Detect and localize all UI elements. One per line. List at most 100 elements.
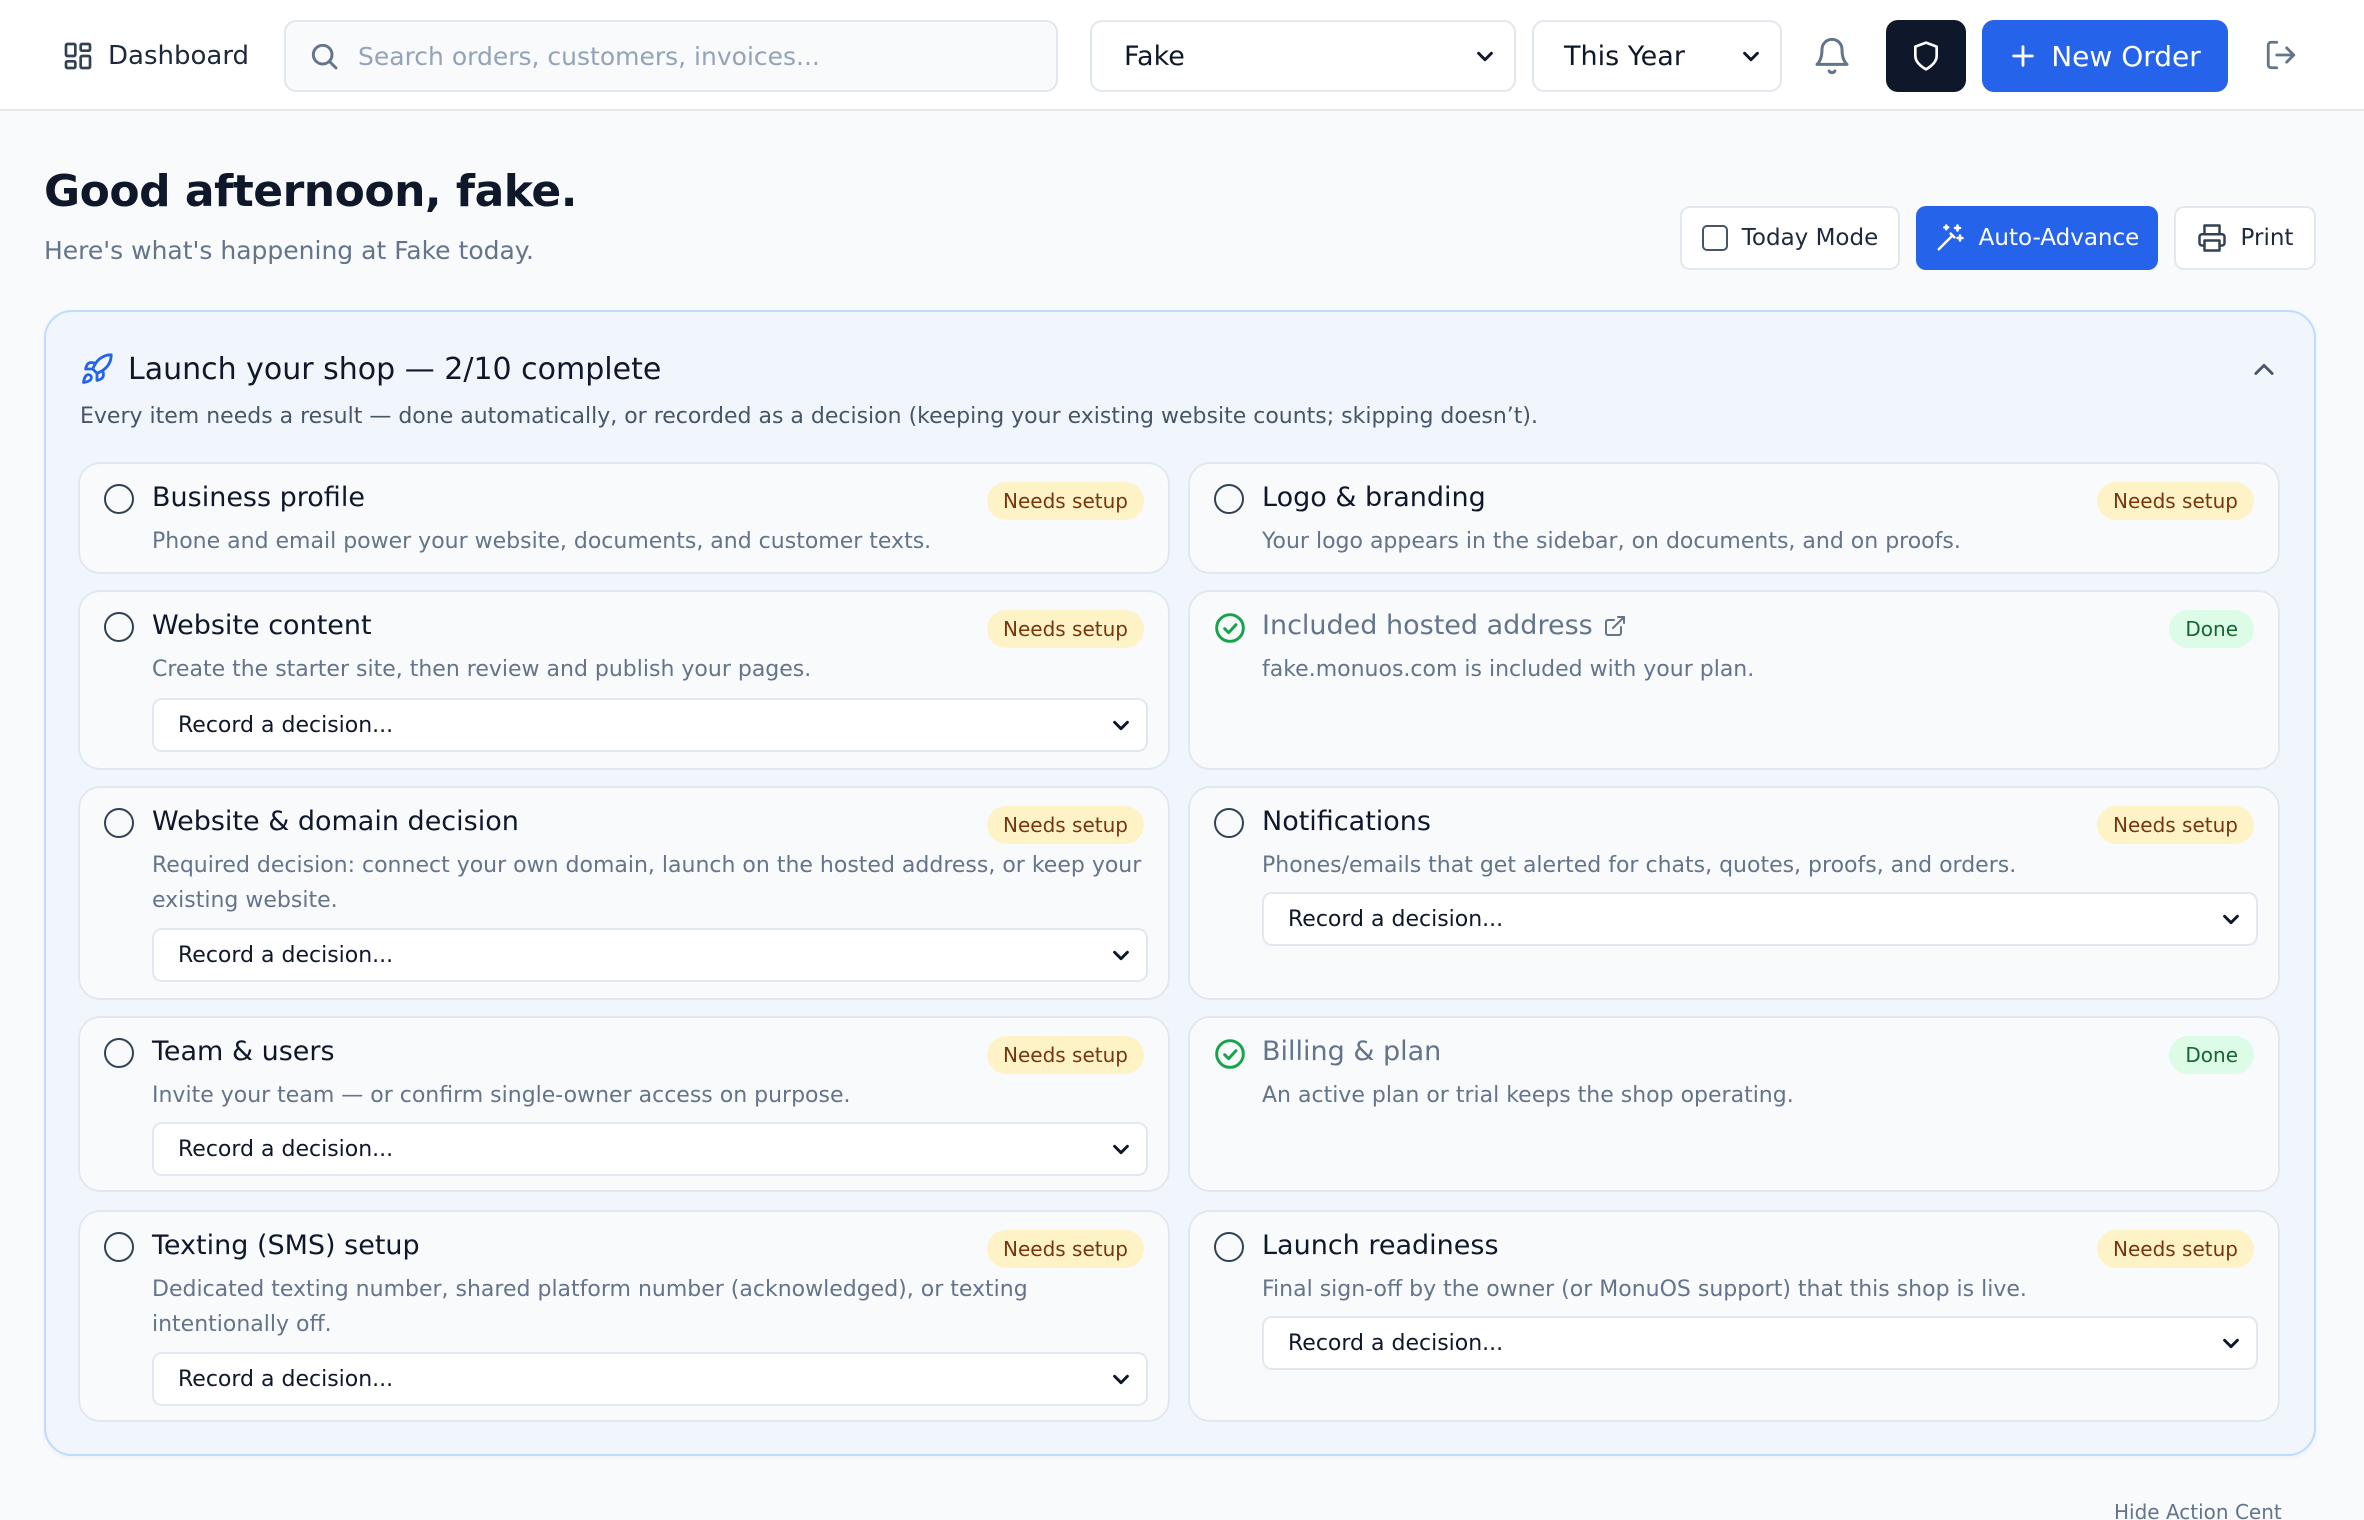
status-badge: Needs setup [2097, 1230, 2254, 1268]
item-description: An active plan or trial keeps the shop o… [1262, 1083, 1794, 1108]
checklist-item-texting-sms[interactable]: Texting (SMS) setup Needs setup Dedicate… [78, 1210, 1170, 1422]
status-radio-icon[interactable] [104, 484, 134, 514]
print-button[interactable]: Print [2174, 206, 2316, 270]
status-badge: Done [2169, 610, 2254, 648]
checklist-item-launch-readiness[interactable]: Launch readiness Needs setup Final sign-… [1188, 1210, 2280, 1422]
chevron-down-icon [1113, 720, 1129, 731]
launch-title: Launch your shop — 2/10 complete [128, 352, 662, 387]
shop-select[interactable]: Fake [1090, 20, 1516, 92]
item-description: Your logo appears in the sidebar, on doc… [1262, 529, 1961, 554]
decision-select[interactable]: Record a decision... [152, 698, 1148, 752]
item-description: Phones/emails that get alerted for chats… [1262, 853, 2017, 878]
status-radio-icon[interactable] [1214, 1232, 1244, 1262]
auto-advance-label: Auto-Advance [1978, 225, 2140, 251]
print-label: Print [2240, 225, 2294, 251]
status-radio-icon[interactable] [104, 612, 134, 642]
item-title: Launch readiness [1262, 1230, 1499, 1261]
chevron-up-icon[interactable] [2250, 356, 2278, 384]
page-subtitle: Here's what's happening at Fake today. [44, 236, 534, 265]
status-radio-icon[interactable] [104, 1038, 134, 1068]
status-badge: Done [2169, 1036, 2254, 1074]
status-badge: Needs setup [987, 1230, 1144, 1268]
search-box[interactable] [284, 20, 1058, 92]
checklist-item-website-domain[interactable]: Website & domain decision Needs setup Re… [78, 786, 1170, 1000]
status-radio-icon[interactable] [1214, 484, 1244, 514]
hide-action-center-link[interactable]: Hide Action Cent [2114, 1500, 2282, 1520]
magic-wand-icon [1937, 224, 1964, 251]
item-title: Business profile [152, 482, 365, 513]
period-select-value: This Year [1564, 40, 1685, 72]
printer-icon [2197, 224, 2226, 252]
checklist-item-notifications[interactable]: Notifications Needs setup Phones/emails … [1188, 786, 2280, 1000]
item-description: Final sign-off by the owner (or MonuOS s… [1262, 1277, 2027, 1302]
top-bar: Dashboard Fake This Year New Order [0, 0, 2364, 111]
item-description: fake.monuos.com is included with your pl… [1262, 657, 1755, 682]
decision-select-value: Record a decision... [1288, 906, 1504, 932]
today-mode-checkbox[interactable] [1701, 225, 1728, 251]
decision-select-value: Record a decision... [178, 1366, 394, 1392]
chevron-down-icon [1113, 950, 1129, 961]
dashboard-grid-icon [64, 42, 92, 70]
checklist-item-billing-plan[interactable]: Billing & plan Done An active plan or tr… [1188, 1016, 2280, 1192]
search-input[interactable] [358, 41, 1056, 71]
chevron-down-icon [1113, 1374, 1129, 1385]
decision-select-value: Record a decision... [178, 712, 394, 738]
new-order-label: New Order [2051, 39, 2201, 73]
status-badge: Needs setup [987, 806, 1144, 844]
item-title: Logo & branding [1262, 482, 1486, 513]
search-icon [311, 43, 338, 70]
period-select[interactable]: This Year [1532, 20, 1782, 92]
check-circle-icon [1215, 613, 1245, 643]
item-title: Billing & plan [1262, 1036, 1442, 1067]
launch-description: Every item needs a result — done automat… [80, 404, 1538, 429]
checklist-item-team-users[interactable]: Team & users Needs setup Invite your tea… [78, 1016, 1170, 1192]
dashboard-label: Dashboard [108, 41, 250, 71]
chevron-down-icon [2223, 1338, 2239, 1349]
decision-select-value: Record a decision... [178, 1136, 394, 1162]
decision-select[interactable]: Record a decision... [152, 1352, 1148, 1406]
new-order-button[interactable]: New Order [1982, 20, 2228, 92]
logout-icon[interactable] [2264, 38, 2298, 72]
chevron-down-icon [1113, 1144, 1129, 1155]
decision-select-value: Record a decision... [178, 942, 394, 968]
item-description: Invite your team — or confirm single-own… [152, 1083, 851, 1108]
item-title-text: Included hosted address [1262, 610, 1593, 641]
page-title: Good afternoon, fake. [44, 166, 577, 217]
dashboard-link[interactable]: Dashboard [62, 38, 249, 74]
item-title: Included hosted address [1262, 610, 1627, 641]
item-description: Required decision: connect your own doma… [152, 853, 1142, 913]
item-title: Texting (SMS) setup [152, 1230, 420, 1261]
bell-icon[interactable] [1812, 36, 1852, 76]
status-radio-icon[interactable] [104, 808, 134, 838]
status-badge: Needs setup [2097, 482, 2254, 520]
chevron-down-icon [1743, 51, 1759, 62]
today-mode-label: Today Mode [1741, 225, 1879, 251]
status-badge: Needs setup [2097, 806, 2254, 844]
auto-advance-button[interactable]: Auto-Advance [1916, 206, 2158, 270]
check-circle-icon [1215, 1039, 1245, 1069]
status-radio-icon[interactable] [104, 1232, 134, 1262]
decision-select[interactable]: Record a decision... [1262, 892, 2258, 946]
item-title: Notifications [1262, 806, 1431, 837]
checklist-item-business-profile[interactable]: Business profile Needs setup Phone and e… [78, 462, 1170, 574]
item-title: Website content [152, 610, 372, 641]
external-link-icon[interactable] [1603, 614, 1627, 638]
plus-icon [2012, 45, 2034, 67]
item-title: Website & domain decision [152, 806, 519, 837]
rocket-icon [82, 353, 113, 384]
chevron-down-icon [2223, 914, 2239, 925]
checklist-item-hosted-address[interactable]: Included hosted address Done fake.monuos… [1188, 590, 2280, 770]
status-radio-icon[interactable] [1214, 808, 1244, 838]
today-mode-toggle[interactable]: Today Mode [1680, 206, 1900, 270]
decision-select[interactable]: Record a decision... [152, 928, 1148, 982]
decision-select[interactable]: Record a decision... [1262, 1316, 2258, 1370]
item-description: Dedicated texting number, shared platfor… [152, 1277, 1028, 1337]
decision-select[interactable]: Record a decision... [152, 1122, 1148, 1176]
admin-shield-button[interactable] [1886, 20, 1966, 92]
checklist-item-website-content[interactable]: Website content Needs setup Create the s… [78, 590, 1170, 770]
launch-checklist-panel: Launch your shop — 2/10 complete Every i… [44, 310, 2316, 1456]
shop-select-value: Fake [1124, 40, 1185, 72]
checklist-item-logo-branding[interactable]: Logo & branding Needs setup Your logo ap… [1188, 462, 2280, 574]
status-badge: Needs setup [987, 610, 1144, 648]
item-title: Team & users [152, 1036, 335, 1067]
